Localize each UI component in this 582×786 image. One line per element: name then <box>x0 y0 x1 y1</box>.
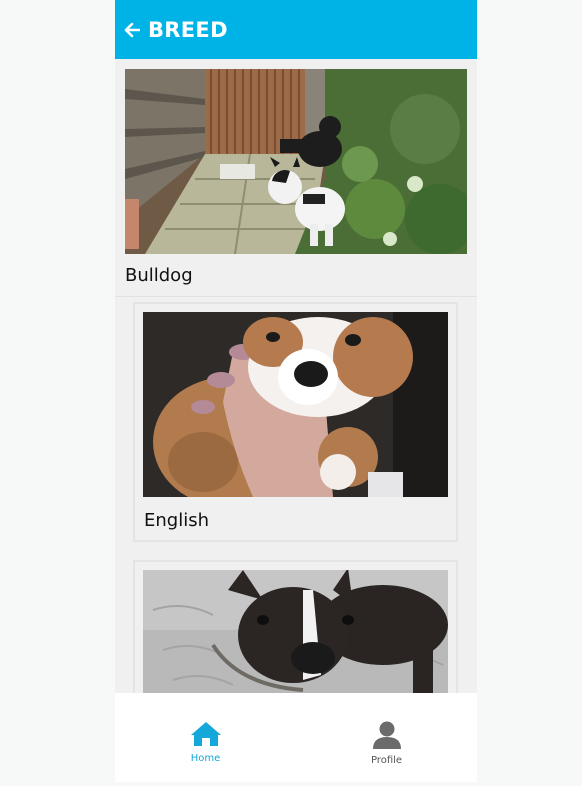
english-bulldog-photo <box>143 312 448 497</box>
sub-breed-name: English <box>144 510 209 531</box>
user-icon <box>372 721 401 749</box>
app-header: BREED <box>115 0 477 59</box>
bulldog-photo <box>125 69 467 254</box>
back-button[interactable] <box>122 20 142 40</box>
french-bulldog-photo <box>143 570 448 693</box>
arrow-left-icon <box>124 22 140 37</box>
nav-profile[interactable]: Profile <box>296 693 477 782</box>
app-screen: BREED Bulldog English Home Profile <box>115 0 477 782</box>
sub-breed-card[interactable] <box>133 560 458 693</box>
nav-home-label: Home <box>190 753 221 764</box>
sub-breed-card[interactable]: English <box>133 302 458 542</box>
home-icon <box>190 722 221 746</box>
breed-list[interactable]: Bulldog English <box>115 59 477 693</box>
nav-profile-label: Profile <box>370 755 403 766</box>
nav-home[interactable]: Home <box>115 693 296 782</box>
breed-card[interactable]: Bulldog <box>115 59 477 297</box>
breed-name: Bulldog <box>125 265 193 286</box>
bottom-navigation: Home Profile <box>115 693 477 782</box>
page-title: BREED <box>148 17 228 42</box>
